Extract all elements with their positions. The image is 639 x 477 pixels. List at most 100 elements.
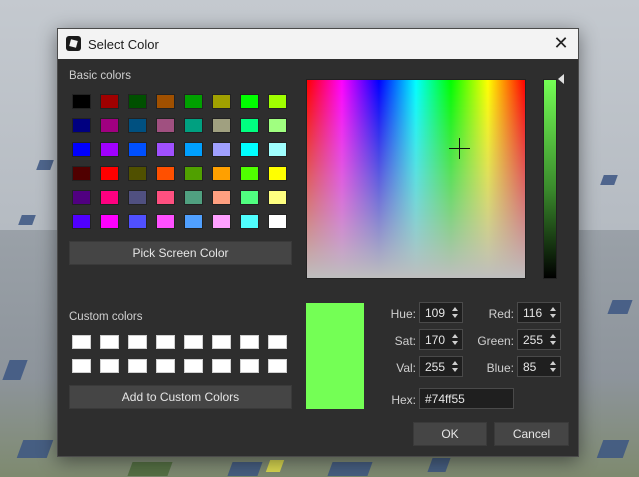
basic-color-swatch[interactable] — [268, 214, 287, 229]
crosshair-icon — [449, 138, 470, 159]
basic-color-swatch[interactable] — [268, 190, 287, 205]
custom-color-swatch[interactable] — [212, 359, 231, 373]
basic-colors-label: Basic colors — [69, 70, 131, 82]
close-button[interactable]: ✕ — [544, 29, 578, 59]
basic-color-swatch[interactable] — [212, 118, 231, 133]
red-spinbox[interactable]: 116 — [517, 302, 561, 323]
basic-color-swatch[interactable] — [268, 118, 287, 133]
hue-value: 109 — [425, 306, 446, 320]
custom-color-swatch[interactable] — [100, 335, 119, 349]
basic-color-swatch[interactable] — [156, 142, 175, 157]
basic-color-swatch[interactable] — [184, 142, 203, 157]
basic-color-swatch[interactable] — [184, 118, 203, 133]
title-bar[interactable]: Select Color ✕ — [58, 29, 578, 59]
ok-button[interactable]: OK — [413, 422, 487, 446]
green-spinbox[interactable]: 255 — [517, 329, 561, 350]
spin-arrows-icon[interactable] — [451, 332, 459, 347]
val-spinbox[interactable]: 255 — [419, 356, 463, 377]
basic-color-swatch[interactable] — [268, 166, 287, 181]
custom-color-swatch[interactable] — [156, 335, 175, 349]
basic-color-swatch[interactable] — [268, 94, 287, 109]
basic-color-swatch[interactable] — [156, 94, 175, 109]
sat-spinbox[interactable]: 170 — [419, 329, 463, 350]
basic-color-swatch[interactable] — [212, 166, 231, 181]
background-block — [227, 462, 263, 476]
basic-color-swatch[interactable] — [128, 214, 147, 229]
basic-color-swatch[interactable] — [240, 94, 259, 109]
custom-color-swatch[interactable] — [184, 335, 203, 349]
custom-color-swatch[interactable] — [240, 335, 259, 349]
basic-color-swatch[interactable] — [268, 142, 287, 157]
basic-color-swatch[interactable] — [240, 214, 259, 229]
slider-handle-arrow-icon[interactable] — [558, 74, 564, 84]
basic-color-swatch[interactable] — [100, 118, 119, 133]
cancel-button[interactable]: Cancel — [494, 422, 569, 446]
custom-color-swatch[interactable] — [100, 359, 119, 373]
background-block — [327, 462, 373, 476]
basic-color-swatch[interactable] — [72, 166, 91, 181]
hue-spinbox[interactable]: 109 — [419, 302, 463, 323]
color-preview — [306, 303, 364, 409]
background-block — [127, 462, 173, 476]
custom-color-swatch[interactable] — [128, 335, 147, 349]
blue-label: Blue: — [486, 361, 514, 375]
blue-spinbox[interactable]: 85 — [517, 356, 561, 377]
custom-color-swatch[interactable] — [184, 359, 203, 373]
hex-label: Hex: — [391, 393, 416, 407]
basic-color-swatch[interactable] — [100, 214, 119, 229]
basic-color-swatch[interactable] — [72, 190, 91, 205]
basic-color-swatch[interactable] — [72, 118, 91, 133]
basic-color-swatch[interactable] — [212, 190, 231, 205]
val-value: 255 — [425, 360, 446, 374]
basic-color-swatch[interactable] — [100, 142, 119, 157]
add-to-custom-colors-button[interactable]: Add to Custom Colors — [69, 385, 292, 409]
basic-color-swatch[interactable] — [212, 142, 231, 157]
basic-color-swatch[interactable] — [184, 214, 203, 229]
value-slider[interactable] — [543, 79, 557, 279]
basic-color-swatch[interactable] — [100, 94, 119, 109]
spin-arrows-icon[interactable] — [451, 359, 459, 374]
basic-color-swatch[interactable] — [212, 214, 231, 229]
custom-color-swatch[interactable] — [240, 359, 259, 373]
sat-value: 170 — [425, 333, 446, 347]
basic-color-swatch[interactable] — [156, 190, 175, 205]
basic-color-swatch[interactable] — [184, 190, 203, 205]
basic-color-swatch[interactable] — [72, 94, 91, 109]
hue-saturation-picker[interactable] — [306, 79, 526, 279]
custom-color-swatch[interactable] — [268, 359, 287, 373]
basic-color-swatch[interactable] — [212, 94, 231, 109]
basic-color-swatch[interactable] — [184, 94, 203, 109]
basic-color-swatch[interactable] — [156, 118, 175, 133]
custom-color-swatch[interactable] — [156, 359, 175, 373]
basic-color-swatch[interactable] — [128, 142, 147, 157]
basic-color-swatch[interactable] — [156, 214, 175, 229]
basic-color-swatch[interactable] — [240, 166, 259, 181]
spin-arrows-icon[interactable] — [549, 305, 557, 320]
basic-color-swatch[interactable] — [128, 118, 147, 133]
custom-color-swatch[interactable] — [268, 335, 287, 349]
basic-color-swatch[interactable] — [72, 214, 91, 229]
basic-color-swatch[interactable] — [72, 142, 91, 157]
pick-screen-color-button[interactable]: Pick Screen Color — [69, 241, 292, 265]
basic-color-swatch[interactable] — [240, 190, 259, 205]
basic-color-swatch[interactable] — [156, 166, 175, 181]
green-value: 255 — [523, 333, 544, 347]
spin-arrows-icon[interactable] — [549, 332, 557, 347]
basic-color-swatch[interactable] — [128, 190, 147, 205]
custom-color-swatch[interactable] — [212, 335, 231, 349]
basic-color-swatch[interactable] — [240, 118, 259, 133]
basic-color-swatch[interactable] — [184, 166, 203, 181]
spin-arrows-icon[interactable] — [549, 359, 557, 374]
basic-color-swatch[interactable] — [240, 142, 259, 157]
spin-arrows-icon[interactable] — [451, 305, 459, 320]
custom-color-swatch[interactable] — [128, 359, 147, 373]
custom-color-swatch[interactable] — [72, 359, 91, 373]
custom-colors-label: Custom colors — [69, 311, 143, 323]
custom-color-swatch[interactable] — [72, 335, 91, 349]
basic-color-swatch[interactable] — [100, 166, 119, 181]
hex-input[interactable]: #74ff55 — [419, 388, 514, 409]
basic-color-swatch[interactable] — [128, 166, 147, 181]
basic-color-swatch[interactable] — [128, 94, 147, 109]
hue-label: Hue: — [390, 307, 416, 321]
basic-color-swatch[interactable] — [100, 190, 119, 205]
